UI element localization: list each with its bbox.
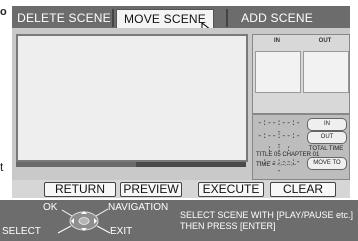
hint-line-2: THEN PRESS [ENTER] bbox=[180, 221, 276, 231]
navigation-label: NAVIGATION bbox=[108, 202, 169, 213]
tab-divider bbox=[112, 9, 114, 27]
tab-delete-scene[interactable]: DELETE SCENE bbox=[16, 8, 112, 28]
edge-fragment-top: o bbox=[0, 6, 7, 18]
return-button[interactable]: RETURN bbox=[44, 182, 116, 197]
tab-strip: DELETE SCENE MOVE SCENE ADD SCENE bbox=[12, 6, 350, 30]
video-preview-area[interactable] bbox=[16, 34, 248, 162]
tab-add-scene[interactable]: ADD SCENE bbox=[232, 8, 322, 28]
help-bar: OK NAVIGATION SELECT EXIT SELECT SCENE W… bbox=[0, 200, 358, 241]
in-header: IN bbox=[274, 38, 280, 44]
remote-navigation-pad-icon bbox=[54, 206, 114, 241]
preview-button[interactable]: PREVIEW bbox=[120, 182, 182, 197]
out-header: OUT bbox=[318, 38, 332, 44]
clear-button[interactable]: CLEAR bbox=[270, 182, 336, 197]
out-thumbnail bbox=[303, 51, 349, 93]
hint-line-1: SELECT SCENE WITH [PLAY/PAUSE etc.] bbox=[180, 210, 354, 220]
tab-divider bbox=[226, 9, 228, 27]
edge-fragment-mid: t bbox=[0, 160, 4, 174]
scene-controls-box: -:--:--:-- IN -:--:--:-- OUT : : : TOTAL… bbox=[252, 114, 350, 180]
tab-move-scene[interactable]: MOVE SCENE bbox=[116, 9, 214, 29]
title-chapter-info: TITLE 05 CHAPTER 01 bbox=[256, 152, 320, 158]
time-info: TIME = -:--:--:-- bbox=[256, 162, 297, 168]
edit-panel: IN OUT -:--:--:-- IN -:--:--:-- OUT : : … bbox=[12, 28, 350, 180]
in-button[interactable]: IN bbox=[307, 118, 347, 131]
timeline-thumb[interactable] bbox=[16, 162, 136, 167]
move-to-button[interactable]: MOVE TO bbox=[307, 157, 347, 170]
execute-button[interactable]: EXECUTE bbox=[198, 182, 264, 197]
out-button[interactable]: OUT bbox=[307, 131, 347, 144]
scene-thumbnails-box: IN OUT bbox=[252, 34, 350, 114]
select-label: SELECT bbox=[2, 226, 41, 237]
in-thumbnail bbox=[255, 51, 301, 93]
